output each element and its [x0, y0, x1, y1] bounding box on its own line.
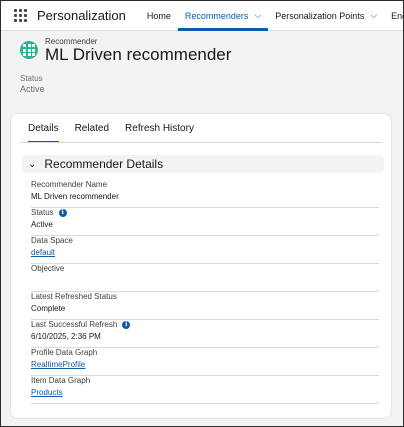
field-label-row: Status i [31, 208, 67, 217]
field-latest-refreshed-status: Latest Refreshed Status Complete [31, 292, 379, 320]
recommender-icon [20, 41, 38, 59]
field-label: Last Successful Refresh [31, 320, 118, 329]
field-profile-data-graph: Profile Data Graph RealtimeProfile [31, 348, 379, 376]
chevron-down-icon: ⌄ [28, 158, 37, 170]
nav-item-label: Personalization Points [275, 10, 365, 21]
nav-item-label: Engagemen [391, 10, 403, 21]
field-status: Status i Active [31, 208, 379, 236]
field-value: Active [31, 220, 53, 229]
item-data-graph-link[interactable]: Products [31, 388, 63, 397]
field-last-successful-refresh: Last Successful Refresh i 6/10/2025, 2:3… [31, 320, 379, 348]
tab-details[interactable]: Details [20, 114, 67, 143]
field-label-row: Last Successful Refresh i [31, 320, 131, 329]
field-label: Status [31, 208, 54, 217]
field-label: Latest Refreshed Status [31, 292, 117, 301]
tab-related[interactable]: Related [67, 114, 117, 142]
nav-item-personalization-points[interactable]: Personalization Points ⌵ [268, 1, 384, 31]
field-label: Item Data Graph [31, 376, 91, 385]
field-label: Data Space [31, 236, 73, 245]
field-value: Complete [31, 304, 66, 313]
section-header-recommender-details[interactable]: ⌄ Recommender Details [22, 155, 384, 173]
highlight-status-value: Active [20, 84, 45, 94]
section-title: Recommender Details [44, 157, 164, 171]
tab-refresh-history[interactable]: Refresh History [117, 114, 202, 142]
details-card: Details Related Refresh History ⌄ Recomm… [10, 113, 392, 419]
page-title: ML Driven recommender [45, 45, 232, 64]
profile-data-graph-link[interactable]: RealtimeProfile [31, 360, 85, 369]
field-label: Objective [31, 264, 65, 273]
nav-item-label: Recommenders [184, 10, 249, 21]
field-item-data-graph: Item Data Graph Products [31, 376, 379, 404]
field-value: 6/10/2025, 2:36 PM [31, 332, 101, 341]
field-label: Profile Data Graph [31, 348, 98, 357]
app-window: Personalization Home Recommenders ⌵ Pers… [0, 0, 404, 427]
field-objective: Objective [31, 264, 379, 292]
record-tabs: Details Related Refresh History [20, 114, 202, 143]
nav-item-recommenders[interactable]: Recommenders ⌵ [177, 1, 269, 31]
field-data-space: Data Space default [31, 236, 379, 264]
chevron-down-icon[interactable]: ⌵ [254, 10, 261, 21]
app-name: Personalization [37, 8, 126, 23]
chevron-down-icon[interactable]: ⌵ [370, 10, 377, 21]
app-launcher-waffle-icon[interactable] [14, 8, 27, 23]
info-icon[interactable]: i [122, 320, 131, 329]
global-nav: Personalization Home Recommenders ⌵ Pers… [1, 1, 403, 31]
field-label: Recommender Name [31, 180, 108, 189]
nav-item-engagement[interactable]: Engagemen [384, 1, 403, 31]
highlight-status-label: Status [20, 74, 43, 83]
nav-item-home[interactable]: Home [140, 1, 178, 31]
data-space-link[interactable]: default [31, 248, 55, 257]
tab-divider [20, 142, 382, 143]
nav-item-label: Home [146, 10, 171, 21]
record-header: Recommender ML Driven recommender Status… [1, 32, 403, 110]
info-icon[interactable]: i [58, 208, 67, 217]
field-value: ML Driven recommender [31, 192, 119, 201]
field-recommender-name: Recommender Name ML Driven recommender [31, 180, 379, 208]
